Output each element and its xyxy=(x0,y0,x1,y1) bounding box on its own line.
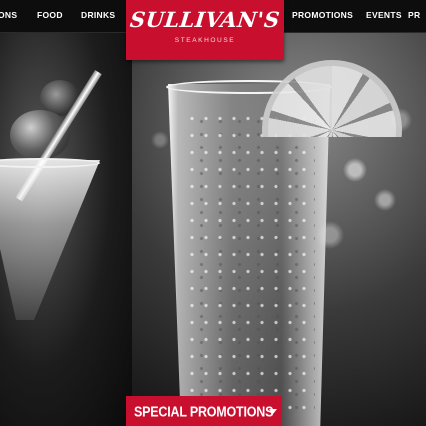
logo[interactable]: SULLIVAN'S STEAKHOUSE xyxy=(126,0,284,60)
nav-item-drinks[interactable]: DRINKS xyxy=(81,10,115,20)
special-promotions-label: SPECIAL PROMOTIONS xyxy=(134,404,274,421)
bubbles-image xyxy=(185,110,315,410)
nav-item-promotions[interactable]: PROMOTIONS xyxy=(292,10,353,20)
logo-subtitle: STEAKHOUSE xyxy=(174,37,236,44)
nav-item-food[interactable]: FOOD xyxy=(37,10,63,20)
hero-image xyxy=(0,0,426,426)
special-promotions-tab[interactable]: SPECIAL PROMOTIONS xyxy=(126,396,282,426)
nav-item-locations[interactable]: ONS xyxy=(0,10,17,20)
page: ONS FOOD DRINKS PROMOTIONS EVENTS PR SUL… xyxy=(0,0,426,426)
nav-item-private-dining[interactable]: PR xyxy=(408,10,420,20)
logo-name: SULLIVAN'S xyxy=(128,7,282,32)
chevron-down-icon xyxy=(269,409,277,414)
nav-item-events[interactable]: EVENTS xyxy=(366,10,402,20)
